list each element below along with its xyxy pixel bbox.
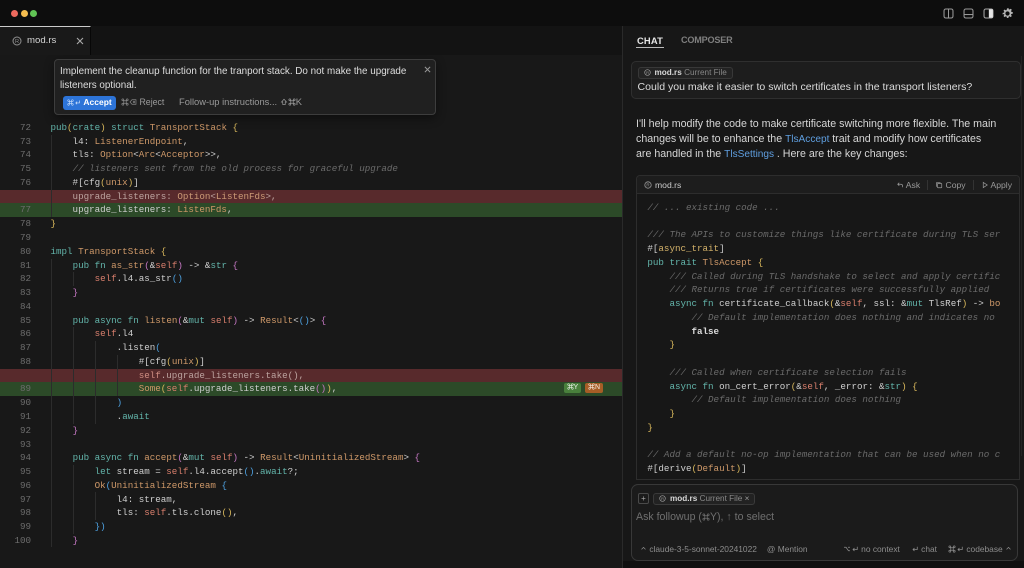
svg-text:R: R bbox=[15, 39, 19, 45]
svg-text:R: R bbox=[646, 70, 649, 75]
svg-text:R: R bbox=[646, 183, 650, 188]
svg-text:R: R bbox=[661, 496, 664, 501]
